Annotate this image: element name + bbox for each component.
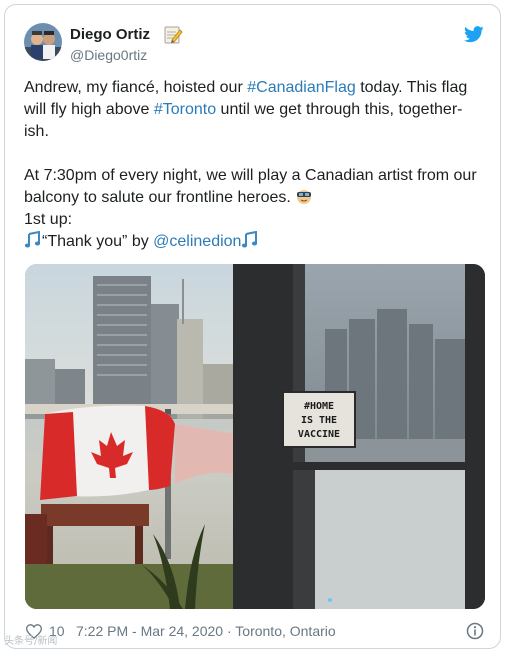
tweet-text: Andrew, my fiancé, hoisted our #Canadian… [24,77,489,253]
meta-separator: · [223,623,236,639]
hashtag-canadianflag-link[interactable]: #CanadianFlag [247,79,356,96]
text-segment: until we get through this, together- [216,101,463,118]
tweet-text-line: Andrew, my fiancé, hoisted our #Canadian… [24,77,489,99]
text-segment: “Thank you” by [42,233,154,250]
watermark: 头条号/新闻 [4,636,58,647]
author-name[interactable]: Diego Ortiz [70,25,150,44]
twitter-bird-icon[interactable] [464,26,484,43]
tweet-photo[interactable]: #HOME IS THE VACCINE [25,264,485,609]
location-link[interactable]: Toronto, Ontario [235,623,335,639]
memo-icon [163,25,183,45]
mention-celinedion-link[interactable]: @celinedion [153,233,241,250]
text-segment: will fly high above [24,101,154,118]
text-segment: Andrew, my fiancé, hoisted our [24,79,248,96]
vr-goggles-face-icon [295,187,313,205]
tweet-text-line: ish. [24,123,49,140]
text-segment: today. This flag [355,79,468,96]
tweet-text-line: balcony to salute our frontline heroes. [24,187,489,209]
musical-notes-icon [24,230,42,249]
tweet-text-line: 1st up: [24,211,73,228]
tweet-footer: 10 7:22 PM - Mar 24, 2020 · Toronto, Ont… [24,620,486,642]
tweet-meta: 7:22 PM - Mar 24, 2020 · Toronto, Ontari… [76,620,336,642]
author-handle[interactable]: @Diego0rtiz [70,46,147,64]
tweet-card: Diego Ortiz @Diego0rtiz Andrew, my fianc… [4,4,501,649]
sign-line-3: VACCINE [298,429,340,440]
text-segment: balcony to salute our frontline heroes. [24,189,291,206]
sign-line-1: #HOME [304,401,334,412]
hashtag-toronto-link[interactable]: #Toronto [154,101,216,118]
tweet-text-line: “Thank you” by @celinedion [24,230,489,253]
timestamp-link[interactable]: 7:22 PM - Mar 24, 2020 [76,623,223,639]
sign-line-2: IS THE [301,415,337,426]
tweet-text-line: At 7:30pm of every night, we will play a… [24,167,477,184]
tweet-text-line: will fly high above #Toronto until we ge… [24,99,489,121]
avatar[interactable] [24,23,62,61]
info-icon[interactable] [466,622,484,640]
musical-notes-icon [241,230,259,249]
